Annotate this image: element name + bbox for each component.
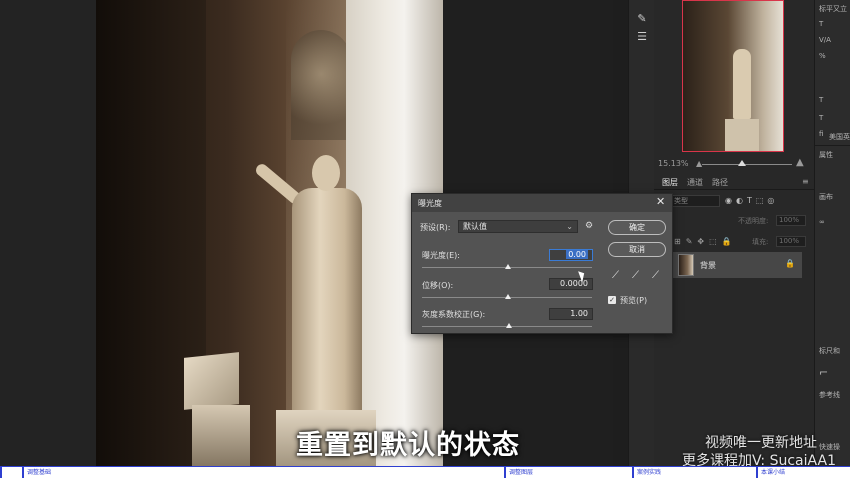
zoom-slider-thumb[interactable] xyxy=(738,160,746,166)
navigator-thumbnail[interactable] xyxy=(682,0,784,152)
ruler-icon[interactable]: ⌐ xyxy=(819,366,828,379)
canvas-section-label: 画布 xyxy=(819,193,833,201)
exposure-value: 0.00 xyxy=(566,250,588,259)
tab-channels[interactable]: 通道 xyxy=(687,177,703,188)
fill-field[interactable]: 100% xyxy=(776,236,806,247)
link-icon[interactable]: ∞ xyxy=(819,218,825,226)
watermark-line1: 视频唯一更新地址 xyxy=(705,435,817,451)
exposure-slider-thumb[interactable] xyxy=(505,264,511,269)
preview-label[interactable]: 预览(P) xyxy=(620,295,647,306)
zoom-in-icon[interactable]: ▲ xyxy=(796,157,804,168)
chapter-segment[interactable]: 案例实践 xyxy=(632,467,756,478)
offset-label: 位移(O): xyxy=(422,281,454,290)
tab-properties[interactable]: 属性 xyxy=(819,150,833,160)
preset-dropdown[interactable]: 默认值 ⌄ xyxy=(458,220,578,233)
preset-value: 默认值 xyxy=(463,222,487,231)
close-icon[interactable]: ✕ xyxy=(656,195,665,208)
black-eyedropper-icon[interactable]: ⟋ xyxy=(612,270,619,281)
chapter-segment[interactable]: 本课小结 xyxy=(756,467,850,478)
image-statue-head xyxy=(312,155,340,191)
fill-label: 填充: xyxy=(752,238,769,246)
layer-filter-icons[interactable]: ◉◐T⬚◎ xyxy=(725,196,778,205)
canvas-pasteboard xyxy=(0,0,96,466)
navigator-zoom-row: 15.13% ▲ ▲ xyxy=(654,157,814,171)
chapter-segment[interactable]: 调整基础 xyxy=(22,467,504,478)
chapter-segment[interactable]: 调整图层 xyxy=(504,467,632,478)
guides-section-label: 参考线 xyxy=(819,391,840,399)
opacity-label: 不透明度: xyxy=(738,217,769,225)
exposure-field[interactable]: 0.00 xyxy=(549,249,593,261)
fill-row: 填充: 100% xyxy=(752,236,806,247)
gamma-slider-thumb[interactable] xyxy=(506,323,512,328)
text-t-icon[interactable]: T xyxy=(819,114,823,122)
layer-name: 背景 xyxy=(700,261,716,270)
layers-tabs: 图层 通道 路径 ≡ xyxy=(654,174,814,190)
adjust-sliders-icon[interactable]: ☰ xyxy=(635,30,649,44)
chapter-marker-start[interactable] xyxy=(0,467,22,478)
cancel-button[interactable]: 取消 xyxy=(608,242,666,257)
gamma-field[interactable]: 1.00 xyxy=(549,308,593,320)
divider xyxy=(815,145,850,146)
bold-t-icon[interactable]: T xyxy=(819,96,823,104)
font-size-icon[interactable]: T xyxy=(819,20,823,28)
document-canvas-image[interactable] xyxy=(96,0,443,466)
image-statue-body xyxy=(292,188,362,418)
dialog-title: 曝光度 xyxy=(418,199,442,208)
tab-layers[interactable]: 图层 xyxy=(662,177,678,188)
char-style-label: 标平又立 xyxy=(819,5,847,13)
white-eyedropper-icon[interactable]: ⟋ xyxy=(652,270,659,281)
video-subtitle: 重置到默认的状态 xyxy=(296,430,520,461)
kerning-icon[interactable]: V/A xyxy=(819,36,831,44)
zoom-slider-track[interactable] xyxy=(702,164,792,165)
layer-thumbnail xyxy=(678,254,694,276)
ligature-icon[interactable]: fi xyxy=(819,130,823,138)
offset-slider-thumb[interactable] xyxy=(505,294,511,299)
opacity-row: 不透明度: 100% xyxy=(738,215,814,226)
chapter-progress-bar: 调整基础 调整图层 案例实践 本课小结 xyxy=(0,466,850,478)
image-fragment xyxy=(184,352,239,410)
scale-icon[interactable]: % xyxy=(819,52,826,60)
rulers-section-label: 标尺和 xyxy=(819,347,840,355)
navigator-zoom-value[interactable]: 15.13% xyxy=(658,159,689,168)
lock-icons[interactable]: ⊞✎✥⬚🔒 xyxy=(674,237,737,246)
brush-icon[interactable]: ✎ xyxy=(635,12,649,26)
gear-icon[interactable]: ⚙ xyxy=(585,221,593,231)
preview-checkbox[interactable]: ✓ xyxy=(608,296,616,304)
gray-eyedropper-icon[interactable]: ⟋ xyxy=(632,270,639,281)
exposure-label: 曝光度(E): xyxy=(422,251,460,260)
tab-paths[interactable]: 路径 xyxy=(712,177,728,188)
dialog-titlebar[interactable]: 曝光度 ✕ xyxy=(412,194,672,212)
gamma-label: 灰度系数校正(G): xyxy=(422,310,486,319)
lock-icon[interactable]: 🔒 xyxy=(785,259,795,268)
image-fragment-pedestal xyxy=(192,405,250,466)
exposure-dialog: 曝光度 ✕ 预设(R): 默认值 ⌄ ⚙ 确定 取消 曝光度(E): 0.00 … xyxy=(411,193,673,334)
chevron-down-icon: ⌄ xyxy=(566,222,573,231)
navigator-pedestal xyxy=(725,119,759,151)
opacity-field[interactable]: 100% xyxy=(776,215,806,226)
layer-item-background[interactable]: 背景 🔒 xyxy=(670,252,802,278)
layer-kind-filter[interactable]: 类型 xyxy=(670,195,720,207)
properties-strip: 标平又立 T V/A % T T fi 美国英 属性 画布 ∞ 标尺和 ⌐ 参考… xyxy=(814,0,850,466)
navigator-statue xyxy=(733,49,751,119)
preset-label: 预设(R): xyxy=(420,223,451,232)
panel-menu-icon[interactable]: ≡ xyxy=(802,177,809,186)
language-label[interactable]: 美国英 xyxy=(829,132,850,142)
ok-button[interactable]: 确定 xyxy=(608,220,666,235)
